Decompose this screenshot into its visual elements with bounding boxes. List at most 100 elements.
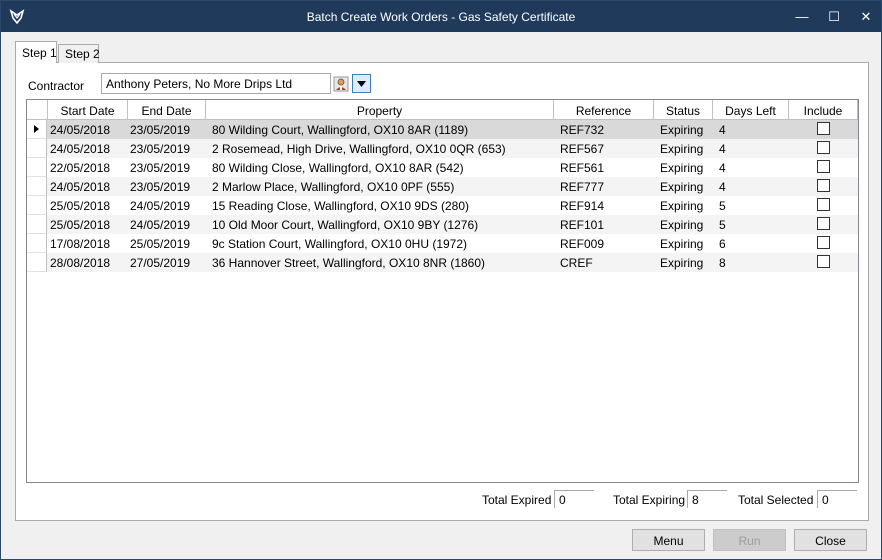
cell-property[interactable]: 80 Wilding Close, Wallingford, OX10 8AR … xyxy=(212,158,552,177)
tab-step-2[interactable]: Step 2 xyxy=(58,44,100,63)
cell-days-left[interactable]: 8 xyxy=(719,253,787,272)
row-header[interactable] xyxy=(27,177,47,196)
close-button[interactable]: Close xyxy=(794,529,867,551)
cell-start-date[interactable]: 22/05/2018 xyxy=(50,158,128,177)
include-checkbox[interactable] xyxy=(817,122,830,135)
column-header-reference[interactable]: Reference xyxy=(554,100,654,120)
contractor-field[interactable]: Anthony Peters, No More Drips Ltd xyxy=(101,73,331,94)
cell-end-date[interactable]: 23/05/2019 xyxy=(130,158,206,177)
cell-reference[interactable]: REF732 xyxy=(560,120,652,139)
cell-days-left[interactable]: 5 xyxy=(719,196,787,215)
cell-start-date[interactable]: 25/05/2018 xyxy=(50,215,128,234)
table-row[interactable]: 25/05/2018 24/05/2019 15 Reading Close, Wa… xyxy=(27,196,858,215)
tab-step-1[interactable]: Step 1 xyxy=(15,41,57,63)
cell-reference[interactable]: CREF xyxy=(560,253,652,272)
cell-reference[interactable]: REF567 xyxy=(560,139,652,158)
cell-start-date[interactable]: 24/05/2018 xyxy=(50,177,128,196)
table-row[interactable]: 28/08/2018 27/05/2019 36 Hannover Street, … xyxy=(27,253,858,272)
total-expired-label: Total Expired xyxy=(482,493,552,507)
row-header[interactable] xyxy=(27,120,47,139)
cell-reference[interactable]: REF009 xyxy=(560,234,652,253)
work-orders-grid[interactable]: Start Date End Date Property Reference S… xyxy=(26,99,859,483)
cell-status[interactable]: Expiring xyxy=(660,139,712,158)
row-header[interactable] xyxy=(27,196,47,215)
cell-property[interactable]: 2 Rosemead, High Drive, Wallingford, OX1… xyxy=(212,139,552,158)
cell-days-left[interactable]: 4 xyxy=(719,120,787,139)
current-row-icon xyxy=(34,125,39,133)
cell-status[interactable]: Expiring xyxy=(660,120,712,139)
cell-property[interactable]: 36 Hannover Street, Wallingford, OX10 8N… xyxy=(212,253,552,272)
total-selected-field: 0 xyxy=(817,490,857,508)
cell-end-date[interactable]: 23/05/2019 xyxy=(130,177,206,196)
table-row[interactable]: 25/05/2018 24/05/2019 10 Old Moor Court, W… xyxy=(27,215,858,234)
cell-property[interactable]: 2 Marlow Place, Wallingford, OX10 0PF (5… xyxy=(212,177,552,196)
cell-end-date[interactable]: 25/05/2019 xyxy=(130,234,206,253)
cell-end-date[interactable]: 23/05/2019 xyxy=(130,139,206,158)
cell-property[interactable]: 10 Old Moor Court, Wallingford, OX10 9BY… xyxy=(212,215,552,234)
include-checkbox[interactable] xyxy=(817,160,830,173)
cell-property[interactable]: 15 Reading Close, Wallingford, OX10 9DS … xyxy=(212,196,552,215)
row-header[interactable] xyxy=(27,253,47,272)
cell-status[interactable]: Expiring xyxy=(660,158,712,177)
table-row[interactable]: 24/05/2018 23/05/2019 2 Rosemead, High Dri… xyxy=(27,139,858,158)
cell-start-date[interactable]: 17/08/2018 xyxy=(50,234,128,253)
row-header[interactable] xyxy=(27,158,47,177)
cell-days-left[interactable]: 4 xyxy=(719,158,787,177)
include-checkbox[interactable] xyxy=(817,179,830,192)
batch-create-window: Batch Create Work Orders - Gas Safety Ce… xyxy=(0,0,882,560)
cell-status[interactable]: Expiring xyxy=(660,234,712,253)
contractor-dropdown-button[interactable] xyxy=(352,74,371,93)
cell-status[interactable]: Expiring xyxy=(660,253,712,272)
cell-start-date[interactable]: 25/05/2018 xyxy=(50,196,128,215)
contractor-lookup-button[interactable] xyxy=(332,74,350,93)
include-checkbox[interactable] xyxy=(817,198,830,211)
include-checkbox[interactable] xyxy=(817,141,830,154)
column-header-days-left[interactable]: Days Left xyxy=(713,100,789,120)
table-row[interactable]: 24/05/2018 23/05/2019 2 Marlow Place, Wall… xyxy=(27,177,858,196)
cell-reference[interactable]: REF561 xyxy=(560,158,652,177)
table-row[interactable]: 22/05/2018 23/05/2019 80 Wilding Close, Wa… xyxy=(27,158,858,177)
column-header-property[interactable]: Property xyxy=(206,100,554,120)
total-selected-label: Total Selected xyxy=(738,493,814,507)
column-header-end-date[interactable]: End Date xyxy=(128,100,206,120)
maximize-button[interactable]: ☐ xyxy=(818,1,850,32)
grid-header: Start Date End Date Property Reference S… xyxy=(27,100,858,120)
menu-button[interactable]: Menu xyxy=(632,529,705,551)
run-button[interactable]: Run xyxy=(713,529,786,551)
row-header[interactable] xyxy=(27,139,47,158)
include-checkbox[interactable] xyxy=(817,217,830,230)
contractor-label: Contractor xyxy=(28,79,85,93)
cell-property[interactable]: 9c Station Court, Wallingford, OX10 0HU … xyxy=(212,234,552,253)
cell-start-date[interactable]: 24/05/2018 xyxy=(50,120,128,139)
cell-start-date[interactable]: 24/05/2018 xyxy=(50,139,128,158)
row-header[interactable] xyxy=(27,234,47,253)
cell-days-left[interactable]: 4 xyxy=(719,177,787,196)
table-row[interactable]: 17/08/2018 25/05/2019 9c Station Court, Wa… xyxy=(27,234,858,253)
cell-reference[interactable]: REF101 xyxy=(560,215,652,234)
cell-end-date[interactable]: 27/05/2019 xyxy=(130,253,206,272)
cell-status[interactable]: Expiring xyxy=(660,215,712,234)
minimize-button[interactable]: — xyxy=(786,1,818,32)
person-icon xyxy=(333,76,349,91)
row-header[interactable] xyxy=(27,215,47,234)
cell-status[interactable]: Expiring xyxy=(660,196,712,215)
column-header-include[interactable]: Include xyxy=(789,100,858,120)
cell-end-date[interactable]: 23/05/2019 xyxy=(130,120,206,139)
cell-start-date[interactable]: 28/08/2018 xyxy=(50,253,128,272)
total-expiring-label: Total Expiring xyxy=(613,493,686,507)
include-checkbox[interactable] xyxy=(817,236,830,249)
table-row[interactable]: 24/05/2018 23/05/2019 80 Wilding Court, Wa… xyxy=(27,120,858,139)
column-header-start-date[interactable]: Start Date xyxy=(48,100,128,120)
column-header-status[interactable]: Status xyxy=(654,100,713,120)
cell-end-date[interactable]: 24/05/2019 xyxy=(130,196,206,215)
cell-reference[interactable]: REF914 xyxy=(560,196,652,215)
window-close-button[interactable]: ✕ xyxy=(850,1,882,32)
cell-days-left[interactable]: 5 xyxy=(719,215,787,234)
include-checkbox[interactable] xyxy=(817,255,830,268)
cell-days-left[interactable]: 4 xyxy=(719,139,787,158)
cell-property[interactable]: 80 Wilding Court, Wallingford, OX10 8AR … xyxy=(212,120,552,139)
cell-end-date[interactable]: 24/05/2019 xyxy=(130,215,206,234)
cell-days-left[interactable]: 6 xyxy=(719,234,787,253)
cell-status[interactable]: Expiring xyxy=(660,177,712,196)
cell-reference[interactable]: REF777 xyxy=(560,177,652,196)
